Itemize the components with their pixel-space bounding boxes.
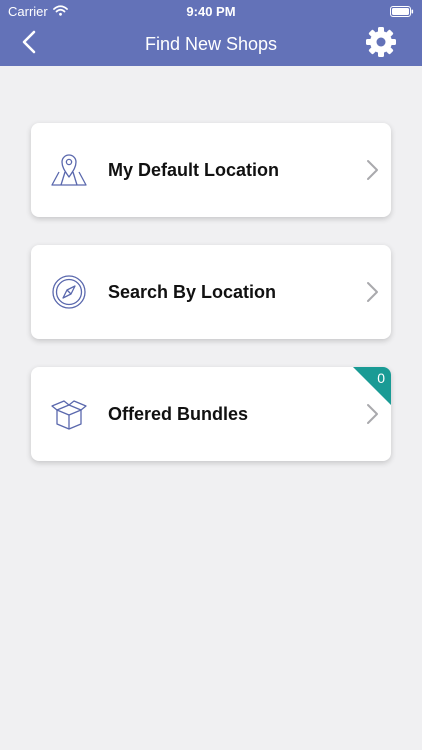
box-icon [50, 396, 88, 432]
gear-icon [365, 26, 397, 63]
chevron-right-icon [365, 281, 379, 303]
chevron-right-icon [365, 159, 379, 181]
status-bar: Carrier 9:40 PM [0, 0, 422, 22]
settings-button[interactable] [364, 26, 398, 63]
chevron-left-icon [22, 30, 36, 59]
menu-list: My Default Location Search By Location O… [31, 123, 391, 489]
menu-item-search-by-location[interactable]: Search By Location [31, 245, 391, 339]
menu-item-label: Search By Location [108, 282, 277, 302]
page-title: Find New Shops [144, 34, 278, 54]
compass-icon [50, 274, 88, 310]
map-pin-icon [50, 152, 88, 188]
badge-count: 0 [377, 370, 385, 386]
back-button[interactable] [14, 29, 44, 59]
menu-item-label: Offered Bundles [108, 404, 249, 424]
menu-item-label: My Default Location [108, 160, 280, 180]
battery-icon [390, 5, 414, 20]
status-time: 9:40 PM [186, 4, 236, 19]
menu-item-default-location[interactable]: My Default Location [31, 123, 391, 217]
chevron-right-icon [365, 403, 379, 425]
menu-item-offered-bundles[interactable]: Offered Bundles 0 [31, 367, 391, 461]
nav-bar: Find New Shops [0, 22, 422, 66]
count-badge [353, 367, 391, 405]
